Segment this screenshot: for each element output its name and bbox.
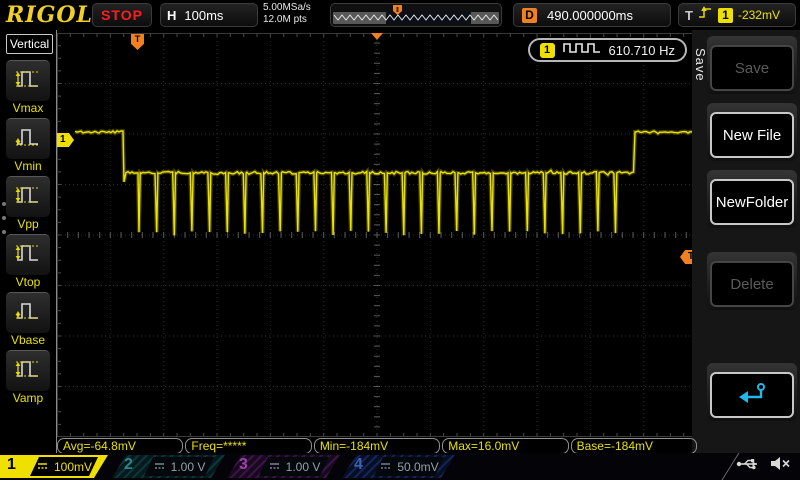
softkey-new-file[interactable]: New File <box>707 103 797 161</box>
dc-coupling-icon <box>153 458 166 476</box>
measurement-max: Max=16.0mV <box>442 438 568 454</box>
vmax-icon <box>13 65 43 98</box>
usb-icon <box>736 457 762 476</box>
waveform-display-area: T 1 T 1 610.710 Hz <box>57 33 697 437</box>
channel3-number: 3 <box>239 456 248 474</box>
vmin-icon <box>13 123 43 156</box>
acquisition-info: 5.00MSa/s 12.0M pts <box>263 2 311 26</box>
run-state-indicator[interactable]: STOP <box>92 3 152 27</box>
left-measure-menu: Vertical Vmax Vmin Vpp Vtop Vbase Vamp <box>0 30 57 453</box>
freq-counter-source-badge: 1 <box>540 43 555 58</box>
trigger-info-box: T 1 -232mV <box>678 3 796 27</box>
measurement-min: Min=-184mV <box>314 438 440 454</box>
frequency-value: 610.710 Hz <box>609 43 676 58</box>
channel1-tab[interactable]: 1 100mV <box>0 455 108 478</box>
rigol-logo: RIGOL <box>6 2 93 28</box>
timebase-value: 100ms <box>184 8 223 23</box>
trigger-label: T <box>685 8 693 23</box>
vbase-icon <box>13 297 43 330</box>
sample-rate: 5.00MSa/s <box>263 2 311 14</box>
trigger-level-value: -232mV <box>738 8 780 22</box>
vamp-icon <box>13 355 43 388</box>
vpp-icon <box>13 181 43 214</box>
left-menu-item-vpp[interactable]: Vpp <box>0 176 56 231</box>
left-menu-title: Vertical <box>6 34 53 54</box>
channel4-tab[interactable]: 4 50.0mV <box>342 455 455 478</box>
channel1-number: 1 <box>7 456 16 474</box>
left-menu-item-vbase[interactable]: Vbase <box>0 292 56 347</box>
left-menu-item-vamp[interactable]: Vamp <box>0 350 56 405</box>
softkey-newfolder[interactable]: NewFolder <box>707 170 797 228</box>
left-menu-item-label: Vbase <box>0 333 56 347</box>
channel2-number: 2 <box>124 456 133 474</box>
h-label: H <box>167 8 176 23</box>
trigger-source-badge: 1 <box>718 8 733 23</box>
record-preview-graphic <box>331 4 501 26</box>
edge-trigger-icon <box>698 5 713 25</box>
left-menu-item-vmin[interactable]: Vmin <box>0 118 56 173</box>
channel4-number: 4 <box>354 456 363 474</box>
menu-page-dots <box>2 202 6 234</box>
square-wave-icon <box>562 41 602 59</box>
measurement-avg: Avg=-64.8mV <box>57 438 183 454</box>
trigger-delay-box: D 490.000000ms <box>513 3 671 27</box>
left-menu-item-label: Vpp <box>0 217 56 231</box>
measurement-readout-bar: Avg=-64.8mV Freq=***** Min=-184mV Max=16… <box>57 438 697 454</box>
run-state-label: STOP <box>101 7 143 23</box>
frequency-counter: 1 610.710 Hz <box>528 38 688 62</box>
graticule-and-trace <box>57 33 697 437</box>
speaker-muted-icon <box>770 456 792 476</box>
left-menu-item-label: Vamp <box>0 391 56 405</box>
delay-value: 490.000000ms <box>547 8 633 23</box>
left-menu-item-vtop[interactable]: Vtop <box>0 234 56 289</box>
softkey-save[interactable]: Save <box>707 36 797 94</box>
softkey-return[interactable] <box>707 363 797 421</box>
channel-status-bar: 1 100mV 2 1.00 V 3 1.00 V 4 <box>0 453 800 480</box>
channel3-tab[interactable]: 3 1.00 V <box>227 455 340 478</box>
measurement-base: Base=-184mV <box>571 438 697 454</box>
left-menu-item-label: Vtop <box>0 275 56 289</box>
horizontal-timebase-box: H 100ms <box>160 3 258 27</box>
dc-coupling-icon <box>268 458 281 476</box>
channel2-scale: 1.00 V <box>171 460 206 474</box>
top-status-bar: RIGOL STOP H 100ms 5.00MSa/s 12.0M pts D… <box>0 0 800 30</box>
measurement-freq: Freq=***** <box>185 438 311 454</box>
vtop-icon <box>13 239 43 272</box>
channel4-scale: 50.0mV <box>397 460 438 474</box>
dc-coupling-icon <box>379 458 392 476</box>
softkey-delete[interactable]: Delete <box>707 252 797 310</box>
left-menu-item-label: Vmin <box>0 159 56 173</box>
delay-badge: D <box>522 8 537 23</box>
memory-depth: 12.0M pts <box>263 14 311 26</box>
channel2-tab[interactable]: 2 1.00 V <box>112 455 225 478</box>
channel3-scale: 1.00 V <box>286 460 321 474</box>
left-menu-item-label: Vmax <box>0 101 56 115</box>
save-softkey-menu: Save SaveNew FileNewFolderDelete <box>692 30 800 453</box>
return-arrow-icon <box>735 380 769 410</box>
dc-coupling-icon <box>36 458 49 476</box>
channel1-scale: 100mV <box>54 460 92 474</box>
waveform-record-preview[interactable] <box>330 3 502 27</box>
left-menu-item-vmax[interactable]: Vmax <box>0 60 56 115</box>
